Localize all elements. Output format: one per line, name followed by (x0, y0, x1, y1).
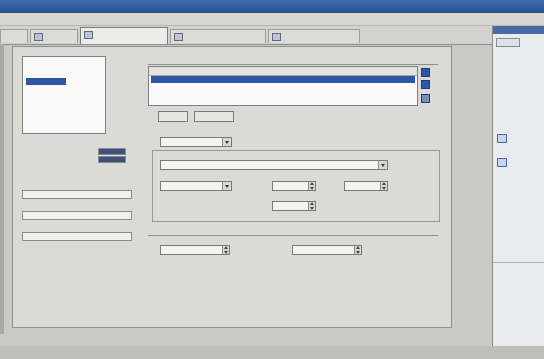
menu-bar (0, 13, 544, 26)
remove-button[interactable] (194, 111, 234, 122)
help-pane-header (493, 26, 544, 34)
help-pane (492, 26, 544, 346)
list-row-selected[interactable] (151, 76, 415, 83)
move-down-button[interactable] (421, 80, 430, 89)
back-button[interactable] (496, 38, 520, 47)
document-icon[interactable] (497, 134, 507, 143)
count-input[interactable] (272, 201, 316, 211)
tab-strip (0, 26, 492, 45)
threshold-stepper[interactable] (354, 246, 361, 254)
status-value (98, 156, 126, 163)
title-bar (0, 0, 544, 13)
status-section-field (22, 190, 132, 199)
view-icon (34, 33, 43, 41)
divider (493, 262, 544, 263)
link-icon[interactable] (497, 158, 507, 167)
divider (148, 64, 438, 65)
tab-documentation[interactable] (170, 29, 266, 43)
tab-diagram[interactable] (268, 29, 360, 43)
post-duration-stepper[interactable] (222, 246, 229, 254)
threshold-input[interactable] (292, 245, 362, 255)
hysteresis-stepper[interactable] (380, 182, 387, 190)
tab-recording-options[interactable] (80, 27, 168, 44)
chevron-down-icon[interactable] (222, 182, 231, 190)
category-item[interactable] (26, 57, 105, 64)
recording-icon (84, 31, 93, 39)
category-item[interactable] (26, 85, 105, 92)
chevron-down-icon[interactable] (222, 138, 231, 146)
post-duration-input[interactable] (160, 245, 230, 255)
hysteresis-input[interactable] (344, 181, 388, 191)
tab-settings[interactable] (0, 29, 28, 43)
category-item[interactable] (26, 64, 105, 71)
move-up-button[interactable] (421, 68, 430, 77)
status-section-field (22, 232, 132, 241)
divider (148, 235, 438, 236)
status-value (98, 148, 126, 155)
trigger-type-select[interactable] (160, 181, 232, 191)
add-button[interactable] (158, 111, 188, 122)
left-edge (0, 44, 4, 334)
category-item[interactable] (26, 92, 105, 99)
scroll-down-button[interactable] (421, 94, 430, 103)
category-item[interactable] (26, 71, 105, 78)
signal-select[interactable] (160, 160, 388, 170)
category-list[interactable] (22, 56, 106, 134)
status-section-field (22, 211, 132, 220)
document-icon (174, 33, 183, 41)
diagram-icon (272, 33, 281, 41)
status-bar (0, 346, 544, 359)
trigger-value-input[interactable] (272, 181, 316, 191)
count-stepper[interactable] (308, 202, 315, 210)
value-stepper[interactable] (308, 182, 315, 190)
condition-type-select[interactable] (160, 137, 232, 147)
tab-view[interactable] (30, 29, 78, 43)
list-header (149, 67, 417, 76)
category-item-selected[interactable] (26, 78, 66, 85)
chevron-down-icon[interactable] (378, 161, 387, 169)
stop-conditions-list[interactable] (148, 66, 418, 106)
